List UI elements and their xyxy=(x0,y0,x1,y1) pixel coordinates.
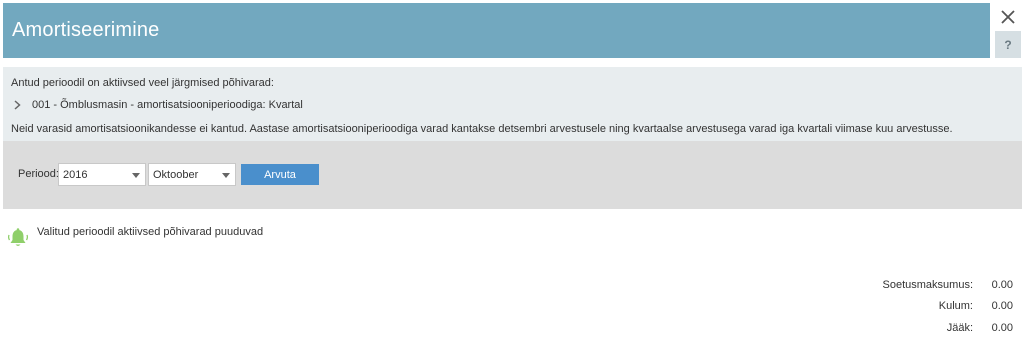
help-button[interactable]: ? xyxy=(995,31,1021,58)
help-icon: ? xyxy=(1004,37,1012,52)
chevron-right-icon xyxy=(11,99,23,111)
year-select[interactable]: 2016 xyxy=(58,163,146,186)
total-depreciation-row: Kulum: 0.00 xyxy=(883,296,1013,318)
total-depreciation-label: Kulum: xyxy=(938,300,973,313)
page-header: Amortiseerimine xyxy=(3,3,990,58)
total-remaining-label: Jääk: xyxy=(946,321,973,334)
total-cost-value: 0.00 xyxy=(991,278,1013,291)
dropdown-arrow-icon xyxy=(132,173,140,178)
asset-list-item[interactable]: 001 - Õmblusmasin - amortisatsiooniperio… xyxy=(11,99,303,111)
bell-icon xyxy=(7,228,29,246)
notice-message: Valitud perioodil aktiivsed põhivarad pu… xyxy=(7,226,264,249)
info-explanation-text: Neid varasid amortisatsioonikandesse ei … xyxy=(11,123,953,135)
totals-summary: Soetusmaksumus: 0.00 Kulum: 0.00 Jääk: 0… xyxy=(883,274,1013,339)
close-button[interactable] xyxy=(996,5,1020,29)
asset-label: 001 - Õmblusmasin - amortisatsiooniperio… xyxy=(32,99,303,111)
dropdown-arrow-icon xyxy=(222,173,230,178)
month-select[interactable]: Oktoober xyxy=(148,163,236,186)
notice-text: Valitud perioodil aktiivsed põhivarad pu… xyxy=(37,226,264,238)
total-cost-row: Soetusmaksumus: 0.00 xyxy=(883,274,1013,296)
period-label: Periood: xyxy=(18,168,59,180)
total-depreciation-value: 0.00 xyxy=(991,300,1013,313)
info-panel: Antud perioodil on aktiivsed veel järgmi… xyxy=(3,67,1022,141)
total-remaining-row: Jääk: 0.00 xyxy=(883,317,1013,339)
total-remaining-value: 0.00 xyxy=(991,321,1013,334)
total-cost-label: Soetusmaksumus: xyxy=(882,278,973,291)
close-icon xyxy=(1001,10,1015,24)
calculate-button[interactable]: Arvuta xyxy=(241,164,319,185)
info-active-assets-text: Antud perioodil on aktiivsed veel järgmi… xyxy=(11,77,274,89)
year-value: 2016 xyxy=(63,168,88,181)
filter-bar: Periood: 2016 Oktoober Arvuta xyxy=(3,141,1022,209)
month-value: Oktoober xyxy=(153,168,199,181)
page-title: Amortiseerimine xyxy=(12,19,160,41)
